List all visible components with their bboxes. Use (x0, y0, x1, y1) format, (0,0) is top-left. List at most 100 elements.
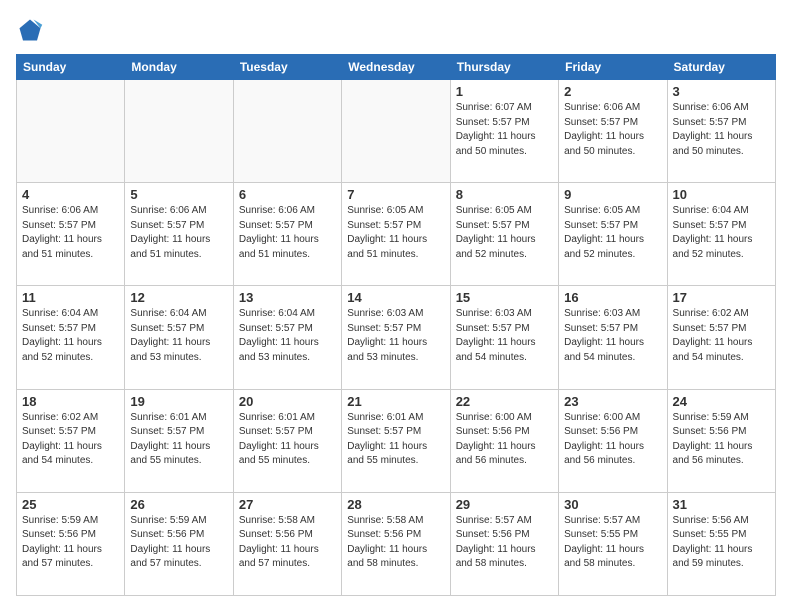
weekday-header-monday: Monday (125, 55, 233, 80)
day-cell-26: 26Sunrise: 5:59 AMSunset: 5:56 PMDayligh… (125, 492, 233, 595)
day-cell-8: 8Sunrise: 6:05 AMSunset: 5:57 PMDaylight… (450, 183, 558, 286)
day-cell-2: 2 Sunrise: 6:06 AMSunset: 5:57 PMDaylight… (559, 80, 667, 183)
day-info: Sunrise: 6:06 AMSunset: 5:57 PMDaylight:… (130, 204, 227, 262)
day-number: 23 (564, 394, 661, 409)
day-info: Sunrise: 6:06 AMSunset: 5:57 PMDaylight:… (673, 101, 770, 159)
day-info: Sunrise: 6:00 AMSunset: 5:56 PMDaylight:… (564, 411, 661, 469)
day-cell-24: 24Sunrise: 5:59 AMSunset: 5:56 PMDayligh… (667, 389, 775, 492)
empty-cell (125, 80, 233, 183)
day-info: Sunrise: 5:58 AMSunset: 5:56 PMDaylight:… (239, 514, 336, 572)
day-number: 25 (22, 497, 119, 512)
day-number: 26 (130, 497, 227, 512)
empty-cell (233, 80, 341, 183)
day-info: Sunrise: 6:06 AMSunset: 5:57 PMDaylight:… (564, 101, 661, 159)
day-cell-18: 18 Sunrise: 6:02 AMSunset: 5:57 PMDayligh… (17, 389, 125, 492)
day-info: Sunrise: 6:05 AMSunset: 5:57 PMDaylight:… (347, 204, 444, 262)
day-cell-25: 25 Sunrise: 5:59 AMSunset: 5:56 PMDayligh… (17, 492, 125, 595)
weekday-header-sunday: Sunday (17, 55, 125, 80)
day-info: Sunrise: 6:04 AMSunset: 5:57 PMDaylight:… (673, 204, 770, 262)
day-info: Sunrise: 6:03 AMSunset: 5:57 PMDaylight:… (456, 307, 553, 365)
day-cell-30: 30 Sunrise: 5:57 AMSunset: 5:55 PMDayligh… (559, 492, 667, 595)
day-number: 20 (239, 394, 336, 409)
day-number: 3 (673, 84, 770, 99)
day-info: Sunrise: 6:00 AMSunset: 5:56 PMDaylight:… (456, 411, 553, 469)
day-cell-14: 14 Sunrise: 6:03 AMSunset: 5:57 PMDayligh… (342, 286, 450, 389)
day-info: Sunrise: 6:07 AMSunset: 5:57 PMDaylight:… (456, 101, 553, 159)
week-row-1: 1 Sunrise: 6:07 AMSunset: 5:57 PMDaylight… (17, 80, 776, 183)
weekday-header-saturday: Saturday (667, 55, 775, 80)
week-row-4: 18 Sunrise: 6:02 AMSunset: 5:57 PMDayligh… (17, 389, 776, 492)
day-number: 22 (456, 394, 553, 409)
day-number: 31 (673, 497, 770, 512)
weekday-header-friday: Friday (559, 55, 667, 80)
week-row-2: 4 Sunrise: 6:06 AMSunset: 5:57 PMDaylight… (17, 183, 776, 286)
day-number: 29 (456, 497, 553, 512)
day-number: 30 (564, 497, 661, 512)
day-cell-22: 22 Sunrise: 6:00 AMSunset: 5:56 PMDayligh… (450, 389, 558, 492)
day-info: Sunrise: 6:06 AMSunset: 5:57 PMDaylight:… (22, 204, 119, 262)
day-number: 21 (347, 394, 444, 409)
day-cell-16: 16Sunrise: 6:03 AMSunset: 5:57 PMDayligh… (559, 286, 667, 389)
day-number: 18 (22, 394, 119, 409)
day-info: Sunrise: 6:01 AMSunset: 5:57 PMDaylight:… (347, 411, 444, 469)
day-cell-7: 7 Sunrise: 6:05 AMSunset: 5:57 PMDaylight… (342, 183, 450, 286)
day-cell-29: 29Sunrise: 5:57 AMSunset: 5:56 PMDayligh… (450, 492, 558, 595)
day-info: Sunrise: 5:56 AMSunset: 5:55 PMDaylight:… (673, 514, 770, 572)
day-cell-9: 9 Sunrise: 6:05 AMSunset: 5:57 PMDaylight… (559, 183, 667, 286)
day-number: 14 (347, 290, 444, 305)
day-number: 19 (130, 394, 227, 409)
day-number: 13 (239, 290, 336, 305)
day-cell-27: 27 Sunrise: 5:58 AMSunset: 5:56 PMDayligh… (233, 492, 341, 595)
day-number: 8 (456, 187, 553, 202)
day-cell-3: 3 Sunrise: 6:06 AMSunset: 5:57 PMDaylight… (667, 80, 775, 183)
day-info: Sunrise: 6:02 AMSunset: 5:57 PMDaylight:… (673, 307, 770, 365)
day-info: Sunrise: 6:01 AMSunset: 5:57 PMDaylight:… (239, 411, 336, 469)
calendar-table: SundayMondayTuesdayWednesdayThursdayFrid… (16, 54, 776, 596)
day-cell-11: 11Sunrise: 6:04 AMSunset: 5:57 PMDayligh… (17, 286, 125, 389)
day-cell-17: 17 Sunrise: 6:02 AMSunset: 5:57 PMDayligh… (667, 286, 775, 389)
header (16, 16, 776, 44)
day-cell-6: 6 Sunrise: 6:06 AMSunset: 5:57 PMDaylight… (233, 183, 341, 286)
weekday-header-row: SundayMondayTuesdayWednesdayThursdayFrid… (17, 55, 776, 80)
day-number: 15 (456, 290, 553, 305)
day-number: 4 (22, 187, 119, 202)
day-info: Sunrise: 5:59 AMSunset: 5:56 PMDaylight:… (22, 514, 119, 572)
day-cell-23: 23 Sunrise: 6:00 AMSunset: 5:56 PMDayligh… (559, 389, 667, 492)
day-number: 7 (347, 187, 444, 202)
day-number: 17 (673, 290, 770, 305)
day-number: 24 (673, 394, 770, 409)
week-row-3: 11Sunrise: 6:04 AMSunset: 5:57 PMDayligh… (17, 286, 776, 389)
day-number: 9 (564, 187, 661, 202)
day-info: Sunrise: 6:06 AMSunset: 5:57 PMDaylight:… (239, 204, 336, 262)
day-info: Sunrise: 6:03 AMSunset: 5:57 PMDaylight:… (347, 307, 444, 365)
day-info: Sunrise: 6:02 AMSunset: 5:57 PMDaylight:… (22, 411, 119, 469)
weekday-header-wednesday: Wednesday (342, 55, 450, 80)
weekday-header-tuesday: Tuesday (233, 55, 341, 80)
day-info: Sunrise: 5:58 AMSunset: 5:56 PMDaylight:… (347, 514, 444, 572)
day-info: Sunrise: 6:04 AMSunset: 5:57 PMDaylight:… (130, 307, 227, 365)
day-number: 6 (239, 187, 336, 202)
day-cell-31: 31 Sunrise: 5:56 AMSunset: 5:55 PMDayligh… (667, 492, 775, 595)
day-number: 12 (130, 290, 227, 305)
day-cell-5: 5Sunrise: 6:06 AMSunset: 5:57 PMDaylight… (125, 183, 233, 286)
day-info: Sunrise: 5:57 AMSunset: 5:55 PMDaylight:… (564, 514, 661, 572)
day-cell-10: 10 Sunrise: 6:04 AMSunset: 5:57 PMDayligh… (667, 183, 775, 286)
week-row-5: 25 Sunrise: 5:59 AMSunset: 5:56 PMDayligh… (17, 492, 776, 595)
day-number: 28 (347, 497, 444, 512)
day-number: 2 (564, 84, 661, 99)
day-cell-4: 4 Sunrise: 6:06 AMSunset: 5:57 PMDaylight… (17, 183, 125, 286)
day-info: Sunrise: 6:05 AMSunset: 5:57 PMDaylight:… (564, 204, 661, 262)
weekday-header-thursday: Thursday (450, 55, 558, 80)
day-number: 1 (456, 84, 553, 99)
day-cell-20: 20 Sunrise: 6:01 AMSunset: 5:57 PMDayligh… (233, 389, 341, 492)
day-number: 27 (239, 497, 336, 512)
day-cell-12: 12 Sunrise: 6:04 AMSunset: 5:57 PMDayligh… (125, 286, 233, 389)
day-info: Sunrise: 6:01 AMSunset: 5:57 PMDaylight:… (130, 411, 227, 469)
day-info: Sunrise: 6:04 AMSunset: 5:57 PMDaylight:… (22, 307, 119, 365)
day-cell-19: 19 Sunrise: 6:01 AMSunset: 5:57 PMDayligh… (125, 389, 233, 492)
empty-cell (342, 80, 450, 183)
day-cell-21: 21 Sunrise: 6:01 AMSunset: 5:57 PMDayligh… (342, 389, 450, 492)
empty-cell (17, 80, 125, 183)
day-info: Sunrise: 6:04 AMSunset: 5:57 PMDaylight:… (239, 307, 336, 365)
day-number: 10 (673, 187, 770, 202)
